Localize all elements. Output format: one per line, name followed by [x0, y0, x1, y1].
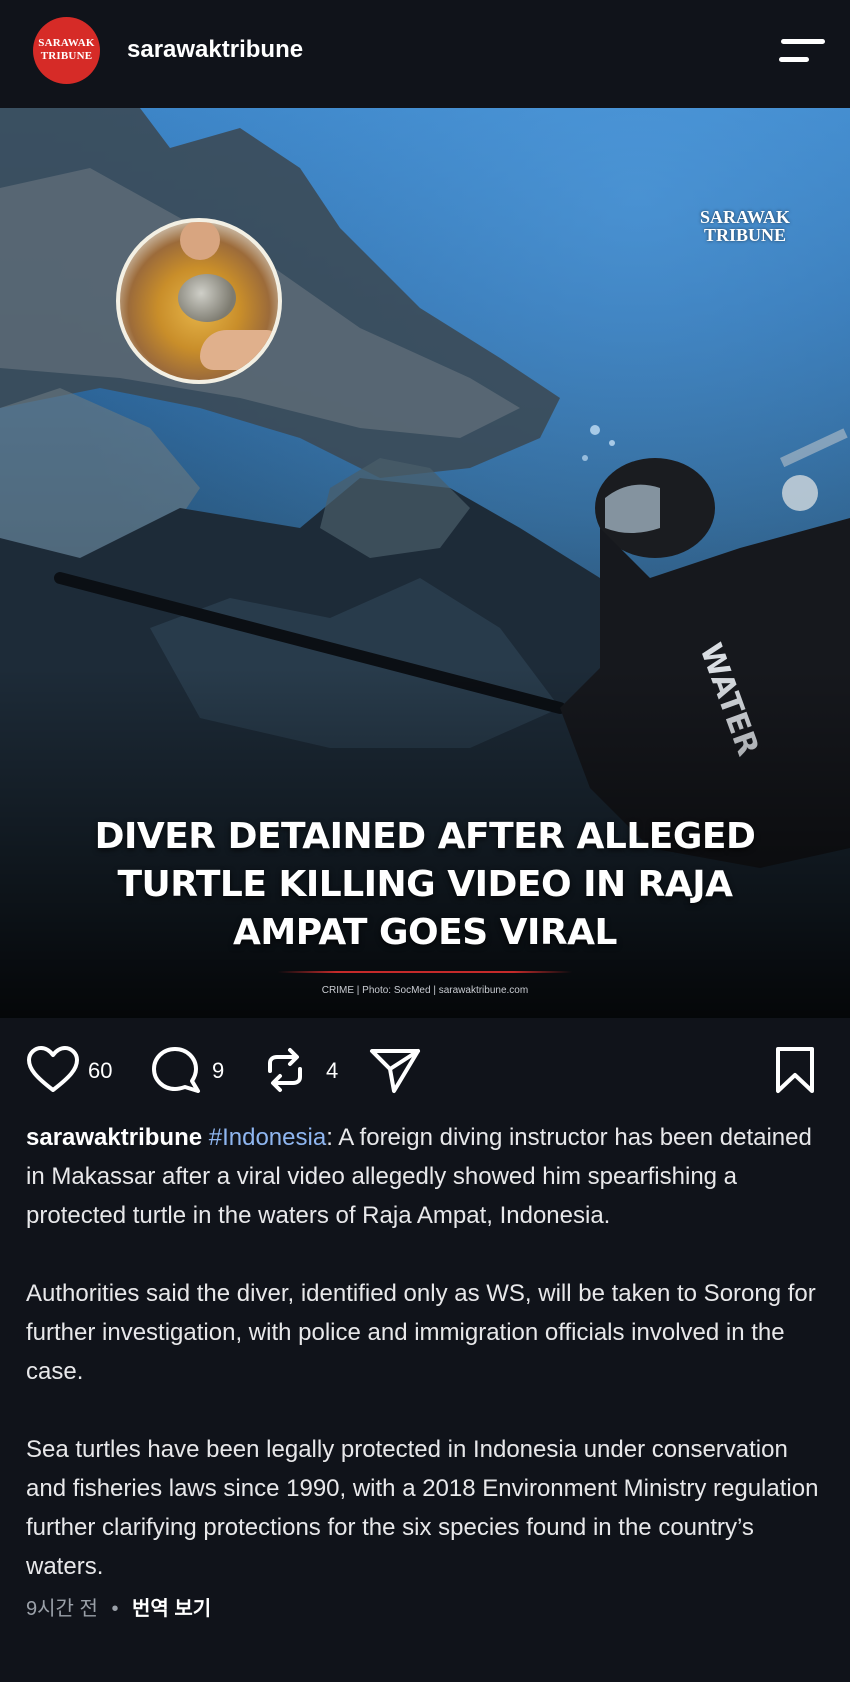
profile-username[interactable]: sarawaktribune: [127, 36, 303, 64]
avatar-text-line1: SARAWAK: [38, 37, 95, 49]
repost-button[interactable]: 4: [262, 1040, 352, 1100]
action-bar: 60 9 4: [0, 1040, 850, 1100]
share-button[interactable]: [368, 1040, 424, 1100]
comment-count: 9: [212, 1058, 225, 1083]
image-caption: CRIME | Photo: SocMed | sarawaktribune.c…: [321, 985, 529, 996]
post-image[interactable]: WATER SARAWAK TRIBUNE DIVER DETAINED AFT…: [0, 108, 850, 1018]
share-icon: [370, 1049, 420, 1093]
watermark-line1: SARAWAK: [700, 207, 791, 227]
watermark-line2: TRIBUNE: [703, 225, 787, 245]
caption-username[interactable]: sarawaktribune: [26, 1124, 202, 1151]
hand: [200, 330, 278, 370]
comment-button[interactable]: 9: [150, 1040, 240, 1100]
post-caption: sarawaktribune #Indonesia: A foreign div…: [26, 1118, 826, 1625]
caption-paragraph: Sea turtles have been legally protected …: [26, 1436, 819, 1580]
post-time: 9시간 전: [26, 1598, 98, 1620]
hand: [180, 222, 220, 260]
headline-line: DIVER DETAINED AFTER ALLEGED: [94, 816, 756, 857]
image-headline: DIVER DETAINED AFTER ALLEGED TURTLE KILL…: [40, 813, 810, 957]
comment-icon: [152, 1047, 200, 1093]
caption-paragraph: sarawaktribune #Indonesia: A foreign div…: [26, 1118, 826, 1235]
watermark-logo: SARAWAK TRIBUNE: [700, 208, 790, 244]
inset-photo: [116, 218, 282, 384]
avatar[interactable]: SARAWAK TRIBUNE: [33, 17, 100, 84]
headline-line: TURTLE KILLING VIDEO IN RAJA: [117, 864, 733, 905]
like-button[interactable]: 60: [26, 1040, 126, 1100]
translate-link[interactable]: 번역 보기: [132, 1598, 211, 1620]
menu-icon[interactable]: [775, 35, 825, 69]
hashtag-link[interactable]: #Indonesia: [209, 1124, 326, 1151]
post-meta: 9시간 전 • 번역 보기: [26, 1592, 211, 1621]
bookmark-icon: [776, 1047, 814, 1093]
bookmark-button[interactable]: [772, 1040, 822, 1100]
repost-icon: [268, 1048, 302, 1092]
repost-count: 4: [326, 1058, 339, 1083]
turtle-shell: [178, 274, 236, 322]
meta-separator: •: [111, 1598, 119, 1620]
caption-paragraph: Authorities said the diver, identified o…: [26, 1280, 816, 1385]
like-count: 60: [88, 1058, 113, 1083]
avatar-text-line2: TRIBUNE: [40, 50, 93, 62]
heart-icon: [27, 1046, 79, 1092]
caption-divider: [278, 971, 572, 973]
headline-line: AMPAT GOES VIRAL: [233, 912, 617, 953]
top-bar: SARAWAK TRIBUNE sarawaktribune: [0, 0, 850, 108]
